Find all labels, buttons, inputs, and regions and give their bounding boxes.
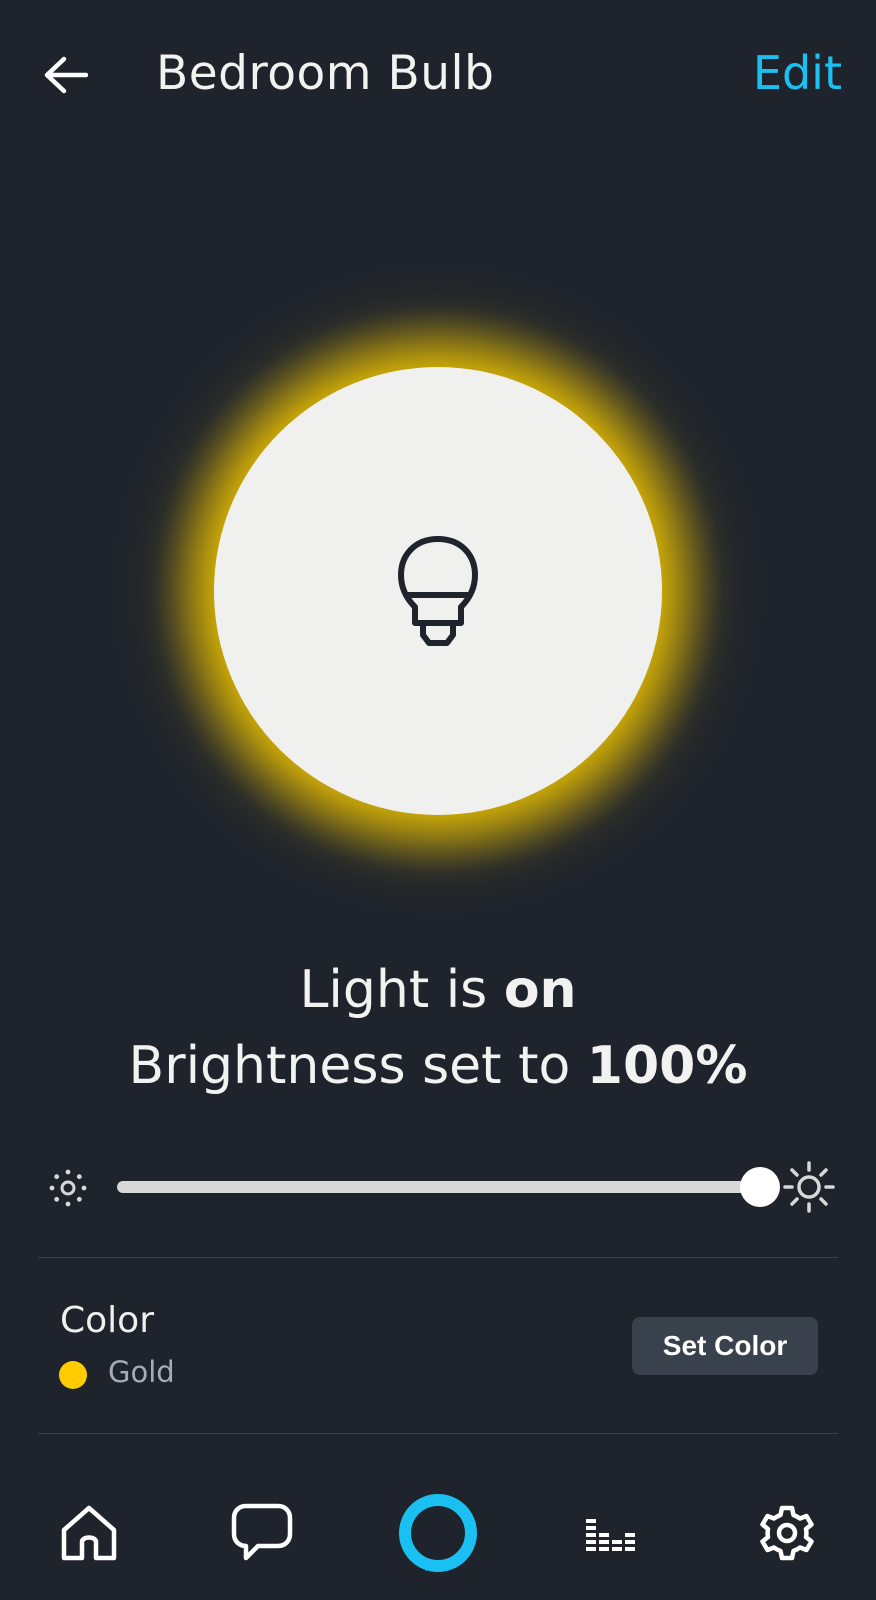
home-icon (61, 1505, 117, 1561)
nav-alexa[interactable] (393, 1488, 483, 1578)
color-swatch (59, 1361, 87, 1389)
equalizer-icon (586, 1519, 635, 1551)
nav-home[interactable] (44, 1488, 134, 1578)
nav-devices[interactable] (742, 1488, 832, 1578)
back-button[interactable] (40, 50, 90, 100)
light-status-value: on (503, 960, 577, 1020)
color-name: Gold (108, 1355, 175, 1389)
brightness-slider-thumb[interactable] (740, 1167, 780, 1207)
lightbulb-icon (398, 536, 478, 646)
chat-bubble-icon (231, 1503, 293, 1561)
brightness-slider[interactable] (117, 1181, 762, 1193)
light-status: Light is on (299, 960, 577, 1020)
arrow-left-icon (44, 56, 88, 94)
brightness-value: 100% (586, 1036, 748, 1096)
device-screen: Bedroom Bulb Edit Light is on Brightness… (0, 0, 876, 1600)
nav-play[interactable] (567, 1488, 657, 1578)
sun-bright-icon (783, 1161, 835, 1213)
alexa-ring-icon (399, 1494, 477, 1572)
sun-dim-icon (49, 1169, 87, 1207)
color-label: Color (60, 1300, 154, 1341)
divider (38, 1257, 838, 1258)
edit-button[interactable]: Edit (753, 46, 842, 100)
gear-icon (760, 1505, 814, 1561)
set-color-button[interactable]: Set Color (632, 1317, 818, 1375)
page-title: Bedroom Bulb (156, 46, 495, 101)
divider (38, 1433, 838, 1434)
light-toggle-button[interactable] (214, 367, 662, 815)
nav-communicate[interactable] (217, 1488, 307, 1578)
brightness-status: Brightness set to 100% (128, 1036, 748, 1096)
